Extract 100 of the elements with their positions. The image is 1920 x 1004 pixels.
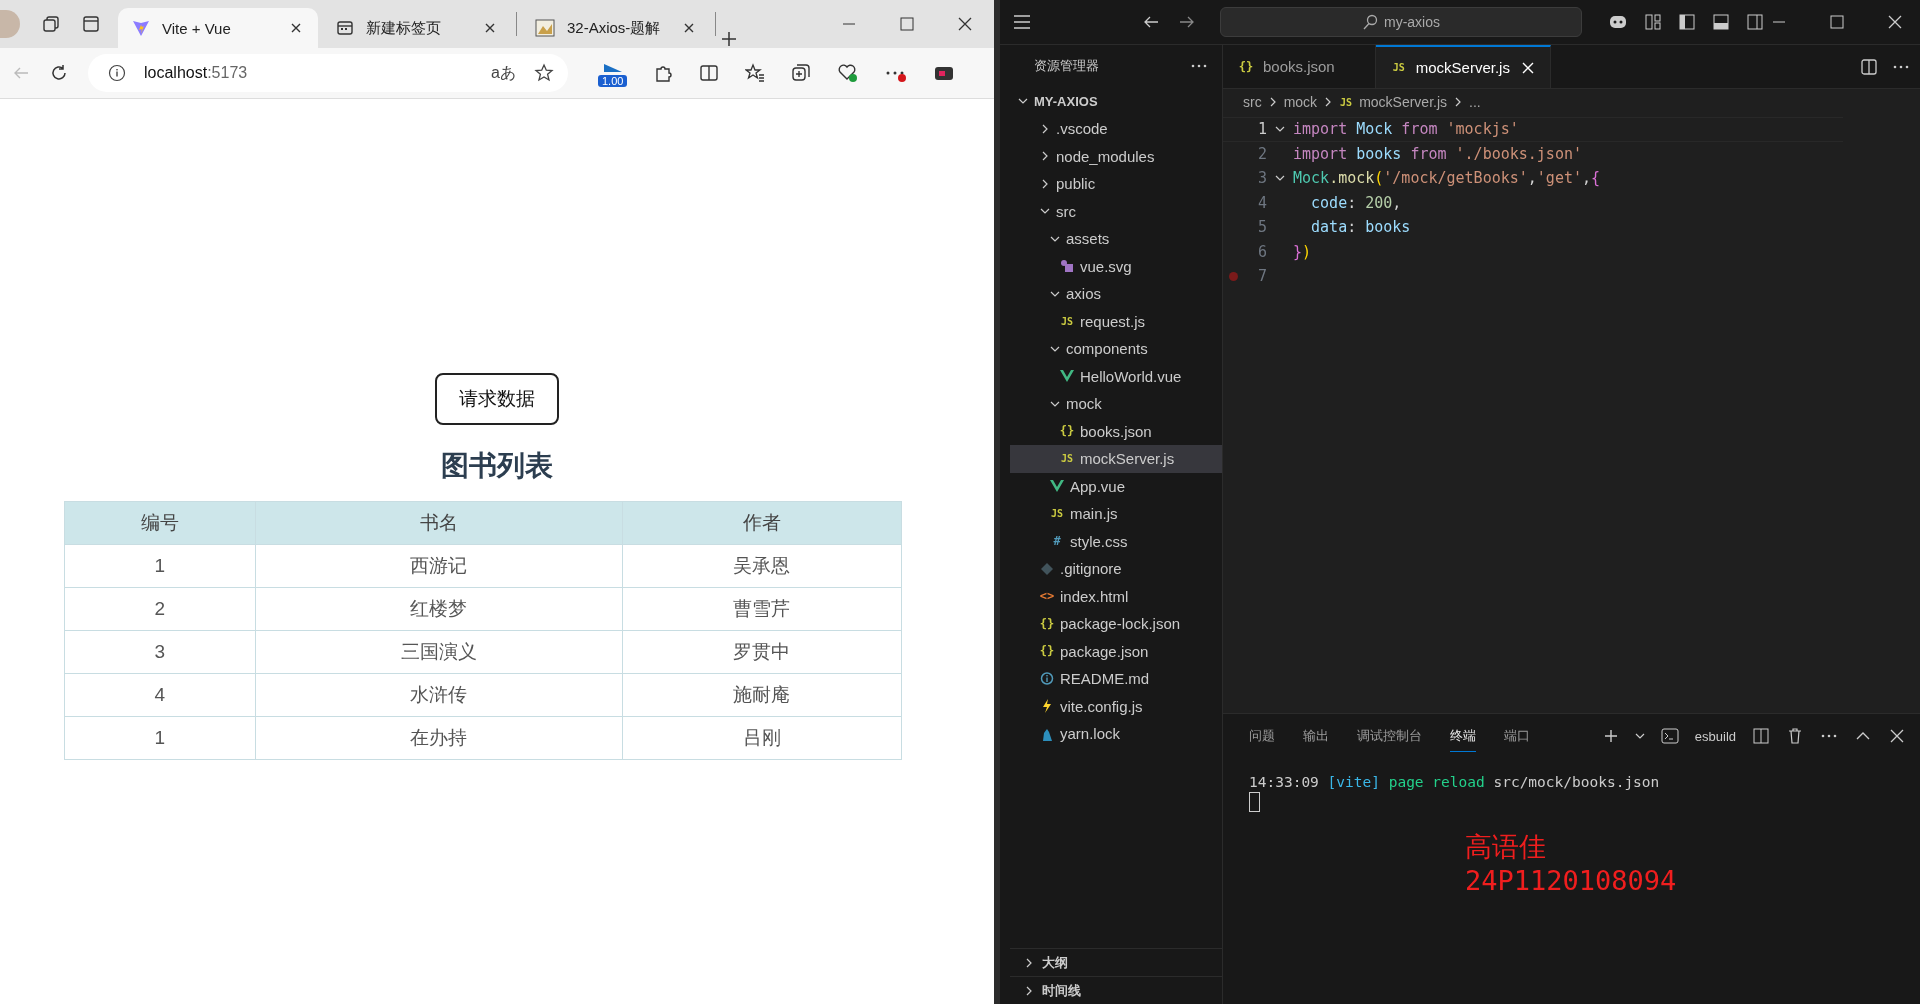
panel-tab[interactable]: 调试控制台	[1357, 721, 1422, 751]
file-tree-item[interactable]: assets	[1010, 225, 1222, 253]
file-tree-item[interactable]: {} package-lock.json	[1010, 610, 1222, 638]
hash-icon: #	[1050, 534, 1064, 549]
js-file-icon: JS	[1060, 453, 1074, 465]
table-cell: 2	[64, 587, 256, 631]
info-icon[interactable]	[108, 64, 126, 82]
terminal-icon[interactable]	[1660, 727, 1679, 745]
js-file-icon: JS	[1060, 315, 1074, 327]
file-tree-item[interactable]: yarn.lock	[1010, 720, 1222, 748]
breadcrumb-item[interactable]: mockServer.js	[1359, 94, 1448, 110]
collapsed-section[interactable]: 大纲	[1010, 948, 1222, 976]
address-bar[interactable]: localhost:5173 aあ	[88, 54, 568, 92]
file-tree-item[interactable]: axios	[1010, 280, 1222, 308]
file-tree-item[interactable]: components	[1010, 335, 1222, 363]
collections-icon[interactable]	[42, 15, 60, 33]
add-terminal-icon[interactable]	[1602, 728, 1619, 744]
browser-tab[interactable]: 32-Axios-题解	[521, 8, 711, 48]
split-screen-icon[interactable]	[699, 63, 720, 83]
split-terminal-icon[interactable]	[1752, 727, 1770, 745]
table-cell: 在办持	[255, 716, 623, 760]
file-tree-item[interactable]: src	[1010, 197, 1222, 225]
sidebar-toggle-icon[interactable]	[1678, 13, 1696, 31]
file-tree-item[interactable]: public	[1010, 170, 1222, 198]
maximize-icon[interactable]	[1828, 13, 1846, 31]
trash-icon[interactable]	[1786, 727, 1804, 745]
file-tree-item[interactable]: JS main.js	[1010, 500, 1222, 528]
chevron-icon	[1024, 985, 1034, 996]
editor-tab[interactable]: JS mockServer.js	[1375, 45, 1551, 88]
code-line: Mock.mock('/mock/getBooks','get',{	[1293, 169, 1601, 188]
star-icon[interactable]	[534, 63, 554, 83]
search-icon[interactable]	[1362, 14, 1378, 30]
sidebar-icon[interactable]	[82, 15, 100, 33]
dropdown-icon	[1634, 731, 1645, 741]
menu-icon[interactable]	[1012, 12, 1032, 32]
breadcrumb-item[interactable]: src	[1243, 94, 1262, 110]
new-tab-icon[interactable]	[720, 30, 738, 48]
file-tree-item[interactable]: App.vue	[1010, 472, 1222, 500]
close-icon[interactable]	[1886, 13, 1904, 31]
line-number: 1	[1256, 120, 1267, 139]
vite-logo-icon	[132, 19, 150, 37]
file-tree-item[interactable]: vite.config.js	[1010, 692, 1222, 720]
lightning-icon	[1040, 699, 1054, 714]
file-tree-item[interactable]: .vscode	[1010, 115, 1222, 143]
file-tree-item[interactable]: # style.css	[1010, 527, 1222, 555]
command-center-search[interactable]: my-axios	[1220, 7, 1582, 37]
workspace-root[interactable]: MY-AXIOS	[1010, 87, 1222, 115]
table-cell: 施耐庵	[622, 673, 902, 717]
file-tree-item[interactable]: JS request.js	[1010, 307, 1222, 335]
line-number: 4	[1256, 193, 1267, 212]
file-tree-item[interactable]: README.md	[1010, 665, 1222, 693]
column-header: 书名	[255, 501, 623, 545]
file-tree-item[interactable]: <> index.html	[1010, 582, 1222, 610]
zoom-badge: 1.00	[598, 74, 628, 87]
file-tree-item[interactable]: vue.svg	[1010, 252, 1222, 280]
request-data-button[interactable]: 请求数据	[435, 373, 559, 425]
editor-tab[interactable]: {} books.json	[1223, 45, 1376, 88]
file-tree-item[interactable]: mock	[1010, 390, 1222, 418]
info-icon	[1040, 672, 1054, 686]
file-tree-item[interactable]: .gitignore	[1010, 555, 1222, 583]
close-icon[interactable]	[1888, 727, 1906, 745]
file-tree-item[interactable]: {} books.json	[1010, 417, 1222, 445]
collapsed-section[interactable]: 时间线	[1010, 976, 1222, 1004]
browser-tab[interactable]: 新建标签页	[322, 8, 512, 48]
terminal-profile[interactable]: esbuild	[1694, 728, 1736, 744]
maximize-icon[interactable]	[898, 15, 916, 33]
table-cell: 红楼梦	[255, 587, 623, 631]
panel-toggle-icon[interactable]	[1712, 13, 1730, 31]
file-tree-item[interactable]: HelloWorld.vue	[1010, 362, 1222, 390]
layout-icon[interactable]	[1644, 13, 1662, 31]
secondary-sidebar-icon[interactable]	[1746, 13, 1764, 31]
close-icon[interactable]	[956, 15, 974, 33]
split-editor-icon[interactable]	[1860, 57, 1878, 76]
image-thumbnail-icon	[535, 19, 555, 37]
file-tree-item[interactable]: JS mockServer.js	[1010, 445, 1222, 473]
panel-tab[interactable]: 终端	[1450, 720, 1476, 752]
line-number: 3	[1256, 169, 1267, 188]
translate-button[interactable]: aあ	[491, 62, 516, 84]
panel-tab[interactable]: 端口	[1504, 721, 1530, 751]
favorites-icon[interactable]	[745, 63, 766, 83]
column-header: 作者	[622, 501, 902, 545]
collections-icon[interactable]	[791, 63, 812, 83]
braces-icon: {}	[1239, 59, 1253, 74]
table-cell: 三国演义	[255, 630, 623, 674]
code-line: import books from './books.json'	[1293, 144, 1582, 163]
diamond-icon	[1040, 562, 1054, 575]
heart-icon[interactable]	[837, 62, 860, 84]
puzzle-icon[interactable]	[653, 63, 674, 83]
js-file-icon: JS	[1339, 96, 1354, 108]
panel-tab[interactable]: 输出	[1303, 721, 1329, 751]
file-tree-item[interactable]: {} package.json	[1010, 637, 1222, 665]
chevron-icon	[1024, 957, 1034, 968]
table-cell: 3	[64, 630, 256, 674]
file-tree-item[interactable]: node_modules	[1010, 142, 1222, 170]
table-cell: 1	[64, 716, 256, 760]
terminal-cursor	[1249, 792, 1260, 812]
breadcrumb-item[interactable]: mock	[1283, 94, 1318, 110]
breadcrumb-item[interactable]: ...	[1469, 94, 1481, 110]
browser-tab[interactable]: Vite + Vue	[118, 8, 318, 48]
panel-tab[interactable]: 问题	[1249, 721, 1275, 751]
